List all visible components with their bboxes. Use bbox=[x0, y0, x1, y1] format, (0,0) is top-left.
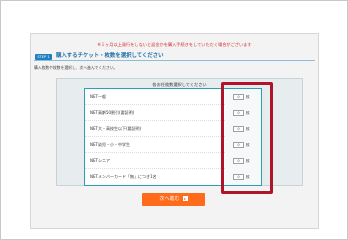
highlight-box bbox=[221, 82, 273, 194]
next-button-label: 次へ進む bbox=[159, 196, 180, 202]
ticket-name: NETメンバーカード「無」につき1名 bbox=[90, 174, 157, 179]
ticket-name: NET幼児・小・中学生 bbox=[90, 142, 130, 147]
step-header: STEP 1 購入するチケット・枚数を選択してください bbox=[34, 51, 315, 61]
arrow-right-icon: ▸ bbox=[182, 196, 188, 201]
step-title: 購入するチケット・枚数を選択してください bbox=[56, 53, 164, 59]
instruction-text: 購入枚数や枚数を選択し、次へ進んでください。 bbox=[34, 65, 118, 70]
notice-text: ※１ヶ月以上発行をしないと返金かを購入手続きをしていただく場合がございます bbox=[97, 42, 252, 47]
ticket-name: NET一般 bbox=[90, 94, 106, 99]
ticket-name: NET高齢50割引(要証明) bbox=[90, 110, 135, 115]
ticket-name: NET大・高校生以下(要証明) bbox=[90, 126, 142, 131]
step-badge: STEP 1 bbox=[35, 54, 52, 60]
next-button[interactable]: 次へ進む ▸ bbox=[142, 193, 205, 206]
ticket-name: NETシニア bbox=[90, 158, 110, 163]
